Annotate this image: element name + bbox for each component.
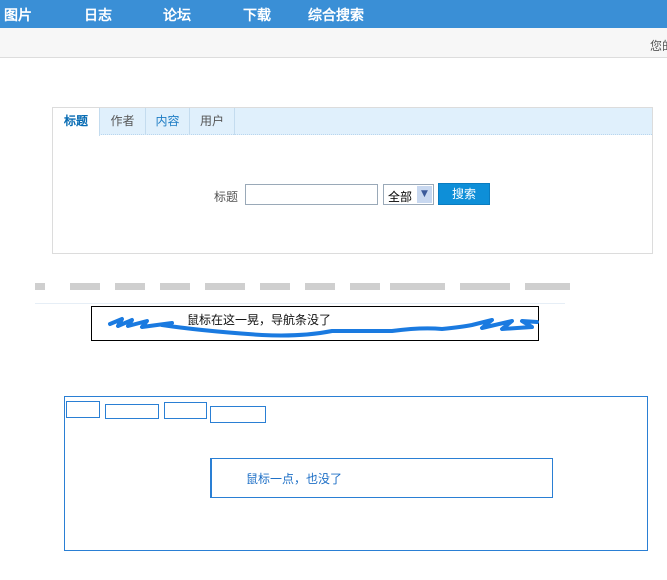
sub-bar: 您的: [0, 28, 667, 58]
hover-demo-box: 鼠标在这一晃，导航条没了: [91, 306, 539, 341]
tab-author[interactable]: 作者: [100, 108, 146, 135]
tab-content[interactable]: 内容: [146, 108, 190, 135]
tab-title[interactable]: 标题: [53, 108, 100, 136]
divider: [35, 303, 565, 304]
nav-item-download[interactable]: 下载: [243, 5, 271, 25]
scope-select[interactable]: 全部 ▼: [383, 184, 434, 205]
empty-tab-1[interactable]: [66, 401, 100, 418]
nav-item-search[interactable]: 综合搜索: [308, 5, 364, 25]
empty-tab-2[interactable]: [105, 404, 159, 419]
clipped-nav-bar: [35, 283, 570, 290]
search-input[interactable]: [245, 184, 378, 205]
search-tabs: 标题 作者 内容 用户: [53, 108, 652, 136]
click-note: 鼠标一点，也没了: [246, 472, 343, 486]
search-button[interactable]: 搜索: [438, 183, 490, 205]
nav-item-pictures[interactable]: 图片: [4, 5, 32, 25]
chevron-down-icon: ▼: [417, 186, 432, 203]
click-demo-inner: 鼠标一点，也没了: [210, 458, 553, 498]
top-navigation: 图片 日志 论坛 下载 综合搜索: [0, 0, 667, 28]
tab-user[interactable]: 用户: [190, 108, 235, 135]
welcome-text: 您的: [650, 39, 667, 53]
empty-tab-3[interactable]: [164, 402, 207, 419]
search-field-label: 标题: [214, 190, 239, 204]
empty-tab-4[interactable]: [210, 406, 266, 423]
nav-item-forum[interactable]: 论坛: [163, 5, 191, 25]
hover-note: 鼠标在这一晃，导航条没了: [187, 313, 332, 327]
nav-item-blog[interactable]: 日志: [84, 5, 112, 25]
search-panel: 标题 作者 内容 用户: [52, 107, 653, 254]
scope-selected: 全部: [388, 190, 413, 204]
